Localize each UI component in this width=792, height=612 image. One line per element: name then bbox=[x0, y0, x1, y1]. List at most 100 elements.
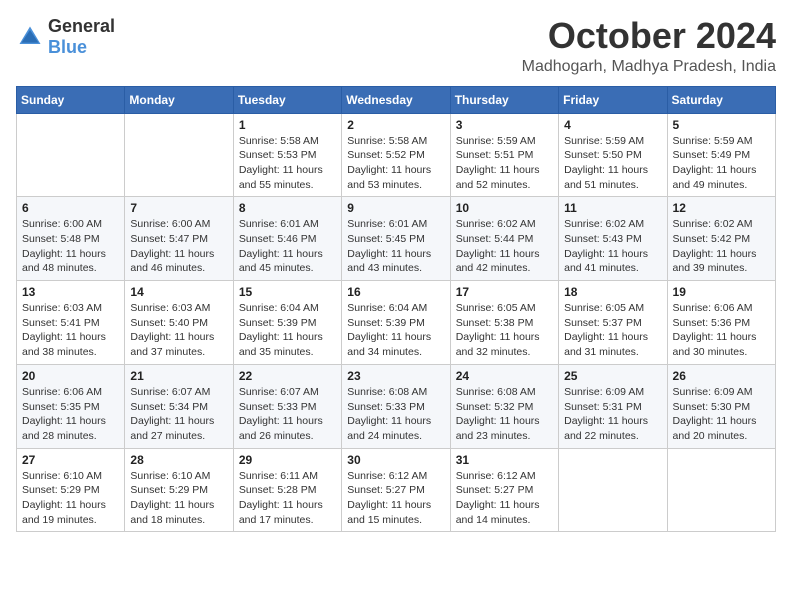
calendar-cell: 11 Sunrise: 6:02 AM Sunset: 5:43 PM Dayli… bbox=[559, 197, 667, 281]
calendar-day-header: Sunday bbox=[17, 86, 125, 113]
calendar-cell: 28 Sunrise: 6:10 AM Sunset: 5:29 PM Dayli… bbox=[125, 448, 233, 532]
logo: General Blue bbox=[16, 16, 115, 58]
calendar-cell bbox=[559, 448, 667, 532]
calendar-cell: 25Sunrise: 6:09 AM Sunset: 5:31 PM Dayli… bbox=[559, 364, 667, 448]
day-number: 11 bbox=[564, 201, 661, 215]
title-block: October 2024 Madhogarh, Madhya Pradesh, … bbox=[522, 16, 776, 76]
calendar-week-row: 13 Sunrise: 6:03 AM Sunset: 5:41 PM Dayli… bbox=[17, 281, 776, 365]
calendar-cell: 13 Sunrise: 6:03 AM Sunset: 5:41 PM Dayli… bbox=[17, 281, 125, 365]
calendar-day-header: Tuesday bbox=[233, 86, 341, 113]
day-info: Sunrise: 6:03 AM Sunset: 5:41 PM Dayligh… bbox=[22, 301, 119, 360]
calendar-cell: 27Sunrise: 6:10 AM Sunset: 5:29 PM Dayli… bbox=[17, 448, 125, 532]
day-info: Sunrise: 6:01 AM Sunset: 5:46 PM Dayligh… bbox=[239, 217, 336, 276]
day-number: 14 bbox=[130, 285, 227, 299]
calendar-cell: 3 Sunrise: 5:59 AM Sunset: 5:51 PM Daylig… bbox=[450, 113, 558, 197]
calendar-cell: 17Sunrise: 6:05 AM Sunset: 5:38 PM Dayli… bbox=[450, 281, 558, 365]
day-info: Sunrise: 6:12 AM Sunset: 5:27 PM Dayligh… bbox=[456, 469, 553, 528]
day-info: Sunrise: 6:03 AM Sunset: 5:40 PM Dayligh… bbox=[130, 301, 227, 360]
day-number: 10 bbox=[456, 201, 553, 215]
calendar-cell bbox=[125, 113, 233, 197]
calendar-cell bbox=[667, 448, 775, 532]
day-number: 24 bbox=[456, 369, 553, 383]
day-info: Sunrise: 6:10 AM Sunset: 5:29 PM Dayligh… bbox=[22, 469, 119, 528]
calendar-table: SundayMondayTuesdayWednesdayThursdayFrid… bbox=[16, 86, 776, 533]
day-info: Sunrise: 6:07 AM Sunset: 5:34 PM Dayligh… bbox=[130, 385, 227, 444]
calendar-day-header: Monday bbox=[125, 86, 233, 113]
calendar-cell: 24 Sunrise: 6:08 AM Sunset: 5:32 PM Dayli… bbox=[450, 364, 558, 448]
day-info: Sunrise: 6:04 AM Sunset: 5:39 PM Dayligh… bbox=[347, 301, 444, 360]
day-info: Sunrise: 5:59 AM Sunset: 5:51 PM Dayligh… bbox=[456, 134, 553, 193]
day-number: 26 bbox=[673, 369, 770, 383]
calendar-cell: 9Sunrise: 6:01 AM Sunset: 5:45 PM Daylig… bbox=[342, 197, 450, 281]
day-number: 15 bbox=[239, 285, 336, 299]
calendar-cell: 7 Sunrise: 6:00 AM Sunset: 5:47 PM Daylig… bbox=[125, 197, 233, 281]
day-info: Sunrise: 5:58 AM Sunset: 5:52 PM Dayligh… bbox=[347, 134, 444, 193]
calendar-cell: 21 Sunrise: 6:07 AM Sunset: 5:34 PM Dayli… bbox=[125, 364, 233, 448]
day-number: 3 bbox=[456, 118, 553, 132]
day-info: Sunrise: 6:06 AM Sunset: 5:36 PM Dayligh… bbox=[673, 301, 770, 360]
calendar-cell: 29 Sunrise: 6:11 AM Sunset: 5:28 PM Dayli… bbox=[233, 448, 341, 532]
day-number: 28 bbox=[130, 453, 227, 467]
day-number: 19 bbox=[673, 285, 770, 299]
day-number: 23 bbox=[347, 369, 444, 383]
logo-icon bbox=[16, 23, 44, 51]
day-info: Sunrise: 6:00 AM Sunset: 5:47 PM Dayligh… bbox=[130, 217, 227, 276]
calendar-cell: 6 Sunrise: 6:00 AM Sunset: 5:48 PM Daylig… bbox=[17, 197, 125, 281]
day-number: 12 bbox=[673, 201, 770, 215]
day-number: 5 bbox=[673, 118, 770, 132]
day-info: Sunrise: 6:08 AM Sunset: 5:33 PM Dayligh… bbox=[347, 385, 444, 444]
day-info: Sunrise: 6:05 AM Sunset: 5:37 PM Dayligh… bbox=[564, 301, 661, 360]
day-info: Sunrise: 6:00 AM Sunset: 5:48 PM Dayligh… bbox=[22, 217, 119, 276]
calendar-week-row: 1 Sunrise: 5:58 AM Sunset: 5:53 PM Daylig… bbox=[17, 113, 776, 197]
day-info: Sunrise: 5:59 AM Sunset: 5:50 PM Dayligh… bbox=[564, 134, 661, 193]
calendar-cell: 31Sunrise: 6:12 AM Sunset: 5:27 PM Dayli… bbox=[450, 448, 558, 532]
calendar-cell bbox=[17, 113, 125, 197]
day-number: 21 bbox=[130, 369, 227, 383]
main-title: October 2024 bbox=[522, 16, 776, 56]
day-info: Sunrise: 6:02 AM Sunset: 5:44 PM Dayligh… bbox=[456, 217, 553, 276]
day-number: 6 bbox=[22, 201, 119, 215]
day-info: Sunrise: 6:09 AM Sunset: 5:31 PM Dayligh… bbox=[564, 385, 661, 444]
day-number: 7 bbox=[130, 201, 227, 215]
calendar-cell: 19 Sunrise: 6:06 AM Sunset: 5:36 PM Dayli… bbox=[667, 281, 775, 365]
calendar-week-row: 27Sunrise: 6:10 AM Sunset: 5:29 PM Dayli… bbox=[17, 448, 776, 532]
day-number: 20 bbox=[22, 369, 119, 383]
day-info: Sunrise: 6:05 AM Sunset: 5:38 PM Dayligh… bbox=[456, 301, 553, 360]
day-number: 1 bbox=[239, 118, 336, 132]
calendar-cell: 1 Sunrise: 5:58 AM Sunset: 5:53 PM Daylig… bbox=[233, 113, 341, 197]
day-number: 8 bbox=[239, 201, 336, 215]
day-info: Sunrise: 6:06 AM Sunset: 5:35 PM Dayligh… bbox=[22, 385, 119, 444]
day-info: Sunrise: 6:11 AM Sunset: 5:28 PM Dayligh… bbox=[239, 469, 336, 528]
calendar-header-row: SundayMondayTuesdayWednesdayThursdayFrid… bbox=[17, 86, 776, 113]
logo-blue-text: Blue bbox=[48, 37, 87, 57]
day-number: 16 bbox=[347, 285, 444, 299]
day-info: Sunrise: 6:10 AM Sunset: 5:29 PM Dayligh… bbox=[130, 469, 227, 528]
calendar-week-row: 20 Sunrise: 6:06 AM Sunset: 5:35 PM Dayli… bbox=[17, 364, 776, 448]
day-info: Sunrise: 5:59 AM Sunset: 5:49 PM Dayligh… bbox=[673, 134, 770, 193]
calendar-day-header: Thursday bbox=[450, 86, 558, 113]
subtitle: Madhogarh, Madhya Pradesh, India bbox=[522, 58, 776, 76]
calendar-cell: 30Sunrise: 6:12 AM Sunset: 5:27 PM Dayli… bbox=[342, 448, 450, 532]
page-header: General Blue October 2024 Madhogarh, Mad… bbox=[16, 16, 776, 76]
calendar-cell: 12 Sunrise: 6:02 AM Sunset: 5:42 PM Dayli… bbox=[667, 197, 775, 281]
calendar-cell: 16 Sunrise: 6:04 AM Sunset: 5:39 PM Dayli… bbox=[342, 281, 450, 365]
day-number: 9 bbox=[347, 201, 444, 215]
calendar-cell: 14 Sunrise: 6:03 AM Sunset: 5:40 PM Dayli… bbox=[125, 281, 233, 365]
day-info: Sunrise: 5:58 AM Sunset: 5:53 PM Dayligh… bbox=[239, 134, 336, 193]
day-number: 13 bbox=[22, 285, 119, 299]
calendar-cell: 26Sunrise: 6:09 AM Sunset: 5:30 PM Dayli… bbox=[667, 364, 775, 448]
day-number: 2 bbox=[347, 118, 444, 132]
calendar-cell: 5 Sunrise: 5:59 AM Sunset: 5:49 PM Daylig… bbox=[667, 113, 775, 197]
calendar-day-header: Friday bbox=[559, 86, 667, 113]
calendar-day-header: Wednesday bbox=[342, 86, 450, 113]
day-info: Sunrise: 6:02 AM Sunset: 5:43 PM Dayligh… bbox=[564, 217, 661, 276]
day-number: 29 bbox=[239, 453, 336, 467]
calendar-cell: 10 Sunrise: 6:02 AM Sunset: 5:44 PM Dayli… bbox=[450, 197, 558, 281]
day-number: 18 bbox=[564, 285, 661, 299]
day-number: 4 bbox=[564, 118, 661, 132]
day-info: Sunrise: 6:02 AM Sunset: 5:42 PM Dayligh… bbox=[673, 217, 770, 276]
calendar-cell: 22Sunrise: 6:07 AM Sunset: 5:33 PM Dayli… bbox=[233, 364, 341, 448]
day-info: Sunrise: 6:12 AM Sunset: 5:27 PM Dayligh… bbox=[347, 469, 444, 528]
day-info: Sunrise: 6:08 AM Sunset: 5:32 PM Dayligh… bbox=[456, 385, 553, 444]
calendar-cell: 15Sunrise: 6:04 AM Sunset: 5:39 PM Dayli… bbox=[233, 281, 341, 365]
